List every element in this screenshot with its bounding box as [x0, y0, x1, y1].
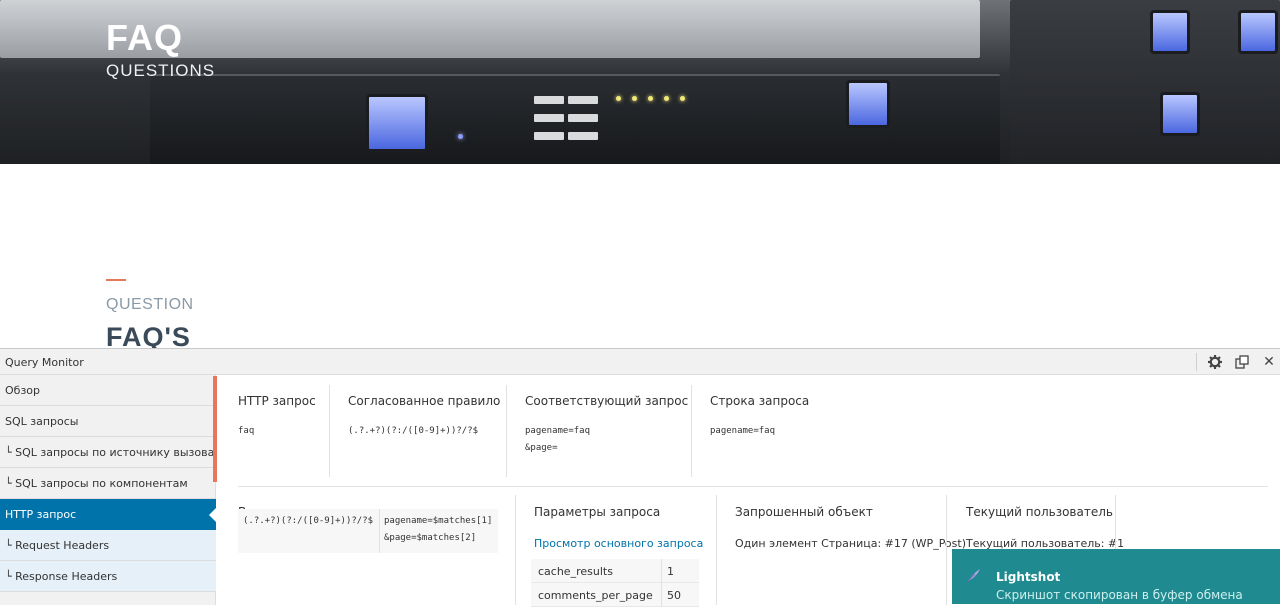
rewrite-target: &page=$matches[2]	[384, 533, 477, 543]
matched-rule-value: (.?.+?)(?:/([0-9]+))?/?$	[348, 426, 479, 436]
nav-item-sql-by-caller[interactable]: └ SQL запросы по источнику вызова	[0, 437, 216, 468]
column-divider	[716, 495, 717, 605]
drive-slot	[534, 96, 564, 104]
rewrite-pattern-cell: (.?.+?)(?:/([0-9]+))?/?$	[238, 509, 379, 553]
matched-rule-header: Согласованное правило	[348, 394, 501, 408]
close-icon[interactable]: ✕	[1256, 349, 1280, 375]
param-row: comments_per_page 50	[531, 583, 699, 607]
lightshot-notification[interactable]: Lightshot Скриншот скопирован в буфер об…	[952, 549, 1280, 604]
rewrite-target: pagename=$matches[1]	[384, 516, 493, 526]
nav-item-response-headers[interactable]: └ Response Headers	[0, 561, 216, 592]
matched-query-header: Соответствующий запрос	[525, 394, 689, 408]
current-user-header: Текущий пользователь	[966, 505, 1113, 519]
nav-item-request-headers[interactable]: └ Request Headers	[0, 530, 216, 561]
param-key: comments_per_page	[538, 589, 653, 602]
drive-bay	[846, 80, 890, 128]
column-divider	[515, 495, 516, 605]
query-monitor-title: Query Monitor	[5, 356, 84, 369]
nav-item-overview[interactable]: Обзор	[0, 375, 216, 406]
drive-slot	[568, 96, 598, 104]
status-led	[458, 134, 463, 139]
nav-item-http-request[interactable]: HTTP запрос	[0, 499, 217, 530]
column-divider	[506, 385, 507, 477]
cell-divider	[661, 559, 662, 583]
rewrite-rules-table: (.?.+?)(?:/([0-9]+))?/?$ pagename=$match…	[238, 509, 498, 553]
matched-query-value: pagename=faq	[525, 426, 591, 436]
column-divider	[691, 385, 692, 477]
query-monitor-header: Query Monitor ✕	[0, 349, 1280, 375]
column-divider	[946, 495, 947, 605]
query-params-header: Параметры запроса	[534, 505, 661, 519]
server-rack-main	[150, 74, 1000, 164]
query-string-header: Строка запроса	[710, 394, 810, 408]
param-key: cache_results	[538, 565, 613, 578]
gear-icon[interactable]	[1202, 349, 1228, 375]
nav-item-sql-queries[interactable]: SQL запросы	[0, 406, 216, 437]
hero-banner: FAQ QUESTIONS	[0, 0, 1280, 164]
hero-title: FAQ	[106, 17, 184, 58]
param-row: cache_results 1	[531, 559, 699, 583]
http-request-value: faq	[238, 426, 255, 436]
server-rack-right	[1010, 0, 1280, 164]
drive-bay	[1160, 92, 1200, 136]
section-subtitle: QUESTION	[106, 296, 194, 313]
notification-title: Lightshot	[996, 570, 1061, 584]
matched-query-value: &page=	[525, 443, 558, 453]
notification-message: Скриншот скопирован в буфер обмена	[996, 588, 1243, 602]
status-led	[664, 96, 669, 101]
drive-bay	[1238, 10, 1278, 54]
drive-slot	[534, 114, 564, 122]
rewrite-pattern: (.?.+?)(?:/([0-9]+))?/?$	[243, 516, 374, 526]
popout-icon[interactable]	[1229, 349, 1255, 375]
param-value: 1	[667, 565, 674, 578]
status-led	[632, 96, 637, 101]
rewrite-target-cell: pagename=$matches[1] &page=$matches[2]	[379, 509, 498, 553]
drive-bay	[366, 94, 428, 152]
feather-icon	[966, 567, 982, 583]
cell-divider	[661, 583, 662, 607]
drive-slot	[534, 132, 564, 140]
drive-bay	[1150, 10, 1190, 54]
nav-item-sql-by-component[interactable]: └ SQL запросы по компонентам	[0, 468, 216, 499]
queried-object-header: Запрошенный объект	[735, 505, 873, 519]
drive-slot	[568, 114, 598, 122]
column-divider	[329, 385, 330, 477]
status-led	[648, 96, 653, 101]
hero-subtitle: QUESTIONS	[106, 61, 216, 80]
query-monitor-nav: Обзор SQL запросы └ SQL запросы по источ…	[0, 375, 217, 605]
http-request-header: HTTP запрос	[238, 394, 316, 408]
header-divider	[1196, 353, 1197, 371]
section-accent-line	[106, 279, 126, 281]
status-led	[680, 96, 685, 101]
queried-object-value: Один элемент Страница: #17 (WP_Post)	[735, 537, 966, 550]
column-divider	[1115, 495, 1116, 555]
query-string-value: pagename=faq	[710, 426, 776, 436]
view-main-query-link[interactable]: Просмотр основного запроса	[534, 537, 703, 550]
row-divider	[238, 486, 1268, 487]
drive-slot	[568, 132, 598, 140]
param-value: 50	[667, 589, 681, 602]
status-led	[616, 96, 621, 101]
